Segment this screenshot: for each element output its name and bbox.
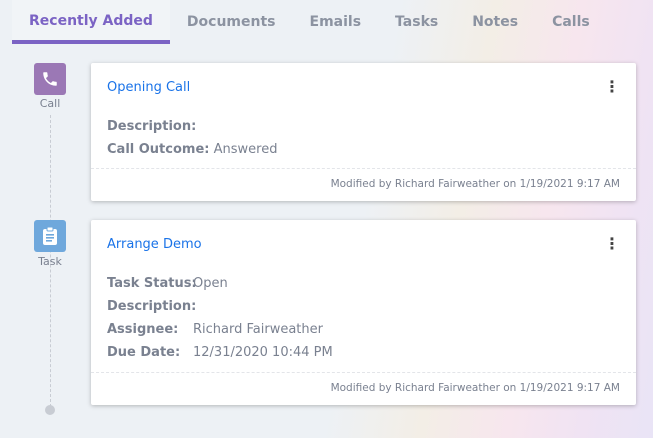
more-options-icon[interactable]: ⋮ xyxy=(604,234,620,253)
tab-emails[interactable]: Emails xyxy=(293,0,379,44)
activity-card: Arrange Demo ⋮ Task Status: Open Descript… xyxy=(91,220,636,405)
tab-documents[interactable]: Documents xyxy=(170,0,293,44)
activity-title-link[interactable]: Arrange Demo xyxy=(107,237,202,252)
tab-bar: Recently Added Documents Emails Tasks No… xyxy=(12,0,607,44)
tab-notes[interactable]: Notes xyxy=(455,0,535,44)
field-value: 12/31/2020 10:44 PM xyxy=(193,345,333,360)
field-label: Due Date: xyxy=(107,345,181,360)
activity-title-link[interactable]: Opening Call xyxy=(107,80,190,95)
field-label: Call Outcome: xyxy=(107,142,210,157)
clipboard-icon xyxy=(34,220,66,252)
tab-recently-added[interactable]: Recently Added xyxy=(12,0,170,44)
tab-calls[interactable]: Calls xyxy=(535,0,607,44)
field-label: Description: xyxy=(107,119,197,134)
tab-tasks[interactable]: Tasks xyxy=(378,0,455,44)
phone-icon xyxy=(34,63,66,95)
modified-footer: Modified by Richard Fairweather on 1/19/… xyxy=(91,372,636,405)
more-options-icon[interactable]: ⋮ xyxy=(604,77,620,96)
field-value: Answered xyxy=(213,142,278,157)
field-label: Description: xyxy=(107,299,197,314)
timeline-end-dot xyxy=(45,405,55,415)
field-value: Open xyxy=(193,276,228,291)
activity-card: Opening Call ⋮ Description: Call Outcome… xyxy=(91,63,636,201)
timeline-type-label: Call xyxy=(39,97,61,110)
modified-footer: Modified by Richard Fairweather on 1/19/… xyxy=(91,168,636,201)
field-label: Task Status: xyxy=(107,276,197,291)
field-value: Richard Fairweather xyxy=(193,322,323,337)
timeline-type-label: Task xyxy=(38,255,62,268)
field-label: Assignee: xyxy=(107,322,179,337)
